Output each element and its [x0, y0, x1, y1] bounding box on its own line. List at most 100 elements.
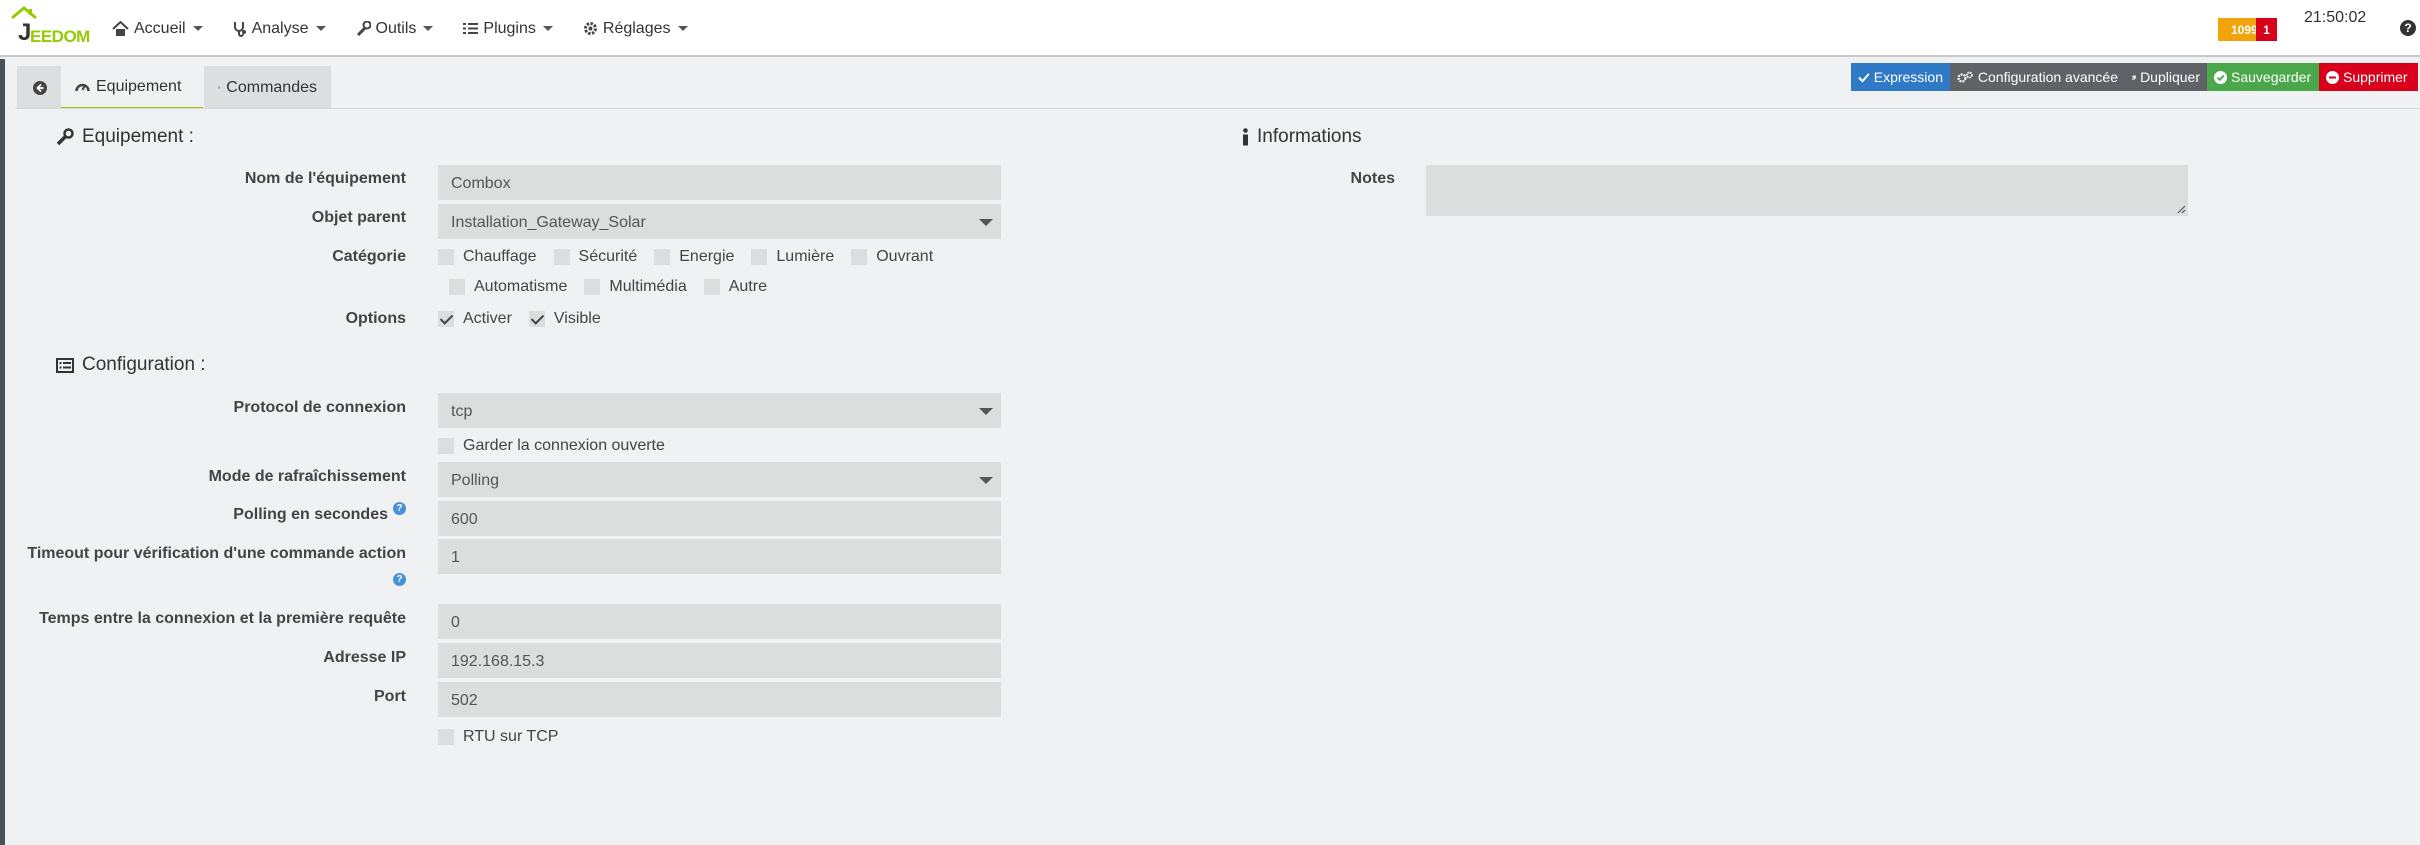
- dropdown-arrow-icon: [979, 408, 993, 415]
- port-value: 502: [451, 692, 478, 709]
- info-icon: [1243, 128, 1248, 146]
- save-button[interactable]: Sauvegarder: [2207, 63, 2319, 91]
- name-value: Combox: [451, 175, 511, 192]
- parent-select[interactable]: Installation_Gateway_Solar: [438, 204, 1001, 239]
- refresh-mode-value: Polling: [451, 472, 500, 489]
- category-row-2: Automatisme Multimédia Autre: [449, 278, 784, 296]
- category-label-chauffage: Chauffage: [463, 248, 537, 265]
- rtu-label: RTU sur TCP: [463, 728, 559, 745]
- list-icon: [463, 23, 479, 34]
- chevron-down-icon: [542, 26, 553, 31]
- duplicate-label: Dupliquer: [2140, 69, 2200, 85]
- checkbox-keep-open[interactable]: [438, 438, 454, 454]
- chevron-down-icon: [677, 26, 688, 31]
- list-alt-icon: [56, 357, 74, 373]
- resize-handle-icon[interactable]: [2176, 204, 2186, 214]
- copy-icon: [2132, 74, 2136, 80]
- alert-count-badge[interactable]: 1: [2256, 18, 2277, 41]
- expression-button[interactable]: Expression: [1851, 63, 1950, 91]
- delay-label: Temps entre la connexion et la première …: [39, 610, 406, 627]
- options-row: Activer Visible: [438, 310, 618, 328]
- menu-accueil[interactable]: Accueil: [112, 20, 203, 38]
- ip-input[interactable]: 192.168.15.3: [438, 643, 1001, 678]
- option-label-visible: Visible: [553, 310, 601, 327]
- options-label: Options: [345, 310, 406, 327]
- help-icon[interactable]: ?: [2400, 20, 2416, 36]
- category-label: Catégorie: [332, 248, 406, 265]
- jeedom-logo[interactable]: J EEDOM: [10, 6, 90, 50]
- help-question-icon[interactable]: ?: [393, 502, 406, 515]
- timeout-input[interactable]: 1: [438, 539, 1001, 574]
- ip-value: 192.168.15.3: [451, 653, 545, 670]
- equipement-title-text: Equipement :: [82, 126, 194, 147]
- notes-label: Notes: [1350, 170, 1395, 187]
- name-input[interactable]: Combox: [438, 165, 1001, 200]
- polling-input[interactable]: 600: [438, 501, 1001, 536]
- delay-value: 0: [451, 614, 460, 631]
- wrench-icon: [356, 21, 371, 36]
- polling-label: Polling en secondes: [233, 506, 388, 523]
- logo-letter: J: [18, 19, 31, 46]
- delete-button[interactable]: Supprimer: [2319, 63, 2418, 91]
- stethoscope-icon: [233, 21, 246, 37]
- notes-textarea[interactable]: [1426, 165, 2188, 216]
- menu-analyse-label: Analyse: [251, 19, 309, 37]
- checkbox-activer[interactable]: [438, 311, 454, 327]
- back-button[interactable]: [17, 66, 62, 109]
- port-input[interactable]: 502: [438, 682, 1001, 717]
- category-label-ouvrant: Ouvrant: [876, 248, 934, 265]
- check-circle-icon: [2214, 70, 2227, 84]
- checkbox-rtu-over-tcp[interactable]: [438, 729, 454, 745]
- check-icon: [1858, 72, 1870, 83]
- main-menu: Accueil Analyse Outils Plugins Réglages: [112, 0, 718, 57]
- category-label-energie: Energie: [679, 248, 735, 265]
- menu-reglages[interactable]: Réglages: [583, 20, 688, 38]
- advanced-config-label: Configuration avancée: [1977, 69, 2118, 85]
- top-navbar: J EEDOM Accueil Analyse Outils Plugins Ré…: [0, 0, 2420, 57]
- category-label-securite: Sécurité: [578, 248, 638, 265]
- checkbox-securite[interactable]: [553, 249, 570, 265]
- chevron-down-icon: [315, 26, 326, 31]
- dropdown-arrow-icon: [979, 219, 993, 226]
- checkbox-multimedia[interactable]: [584, 279, 601, 295]
- home-icon: [112, 21, 129, 36]
- informations-section-title: Informations: [1242, 126, 1362, 148]
- informations-title-text: Informations: [1257, 126, 1362, 147]
- category-label-multimedia: Multimédia: [609, 278, 687, 295]
- tab-equipement[interactable]: Equipement: [61, 66, 203, 109]
- category-row-1: Chauffage Sécurité Energie Lumière Ouvra…: [438, 248, 950, 266]
- checkbox-chauffage[interactable]: [438, 249, 454, 265]
- tab-commandes[interactable]: Commandes: [204, 66, 331, 109]
- advanced-config-button[interactable]: Configuration avancée: [1950, 63, 2125, 91]
- tab-commandes-label: Commandes: [226, 78, 317, 96]
- logo-text: EEDOM: [30, 27, 90, 46]
- checkbox-automatisme[interactable]: [449, 279, 465, 295]
- save-label: Sauvegarder: [2231, 69, 2312, 85]
- duplicate-button[interactable]: Dupliquer: [2125, 63, 2207, 91]
- polling-value: 600: [451, 511, 478, 528]
- checkbox-energie[interactable]: [654, 249, 671, 265]
- help-question-icon[interactable]: ?: [393, 573, 406, 586]
- configuration-title-text: Configuration :: [82, 354, 206, 375]
- checkbox-ouvrant[interactable]: [851, 249, 868, 265]
- configuration-section-title: Configuration :: [56, 354, 206, 376]
- menu-plugins-label: Plugins: [483, 19, 536, 37]
- minus-circle-icon: [2326, 70, 2339, 84]
- menu-plugins[interactable]: Plugins: [463, 19, 553, 38]
- keep-open-row: Garder la connexion ouverte: [438, 437, 682, 455]
- checkbox-lumiere[interactable]: [751, 249, 768, 265]
- dropdown-arrow-icon: [979, 477, 993, 484]
- menu-analyse[interactable]: Analyse: [233, 20, 326, 38]
- action-buttons: Expression Configuration avancée Dupliqu…: [1851, 63, 2418, 91]
- warning-count-badge[interactable]: 1099: [2218, 18, 2256, 41]
- protocol-select[interactable]: tcp: [438, 393, 1001, 428]
- menu-outils[interactable]: Outils: [356, 20, 434, 38]
- checkbox-autre[interactable]: [703, 279, 720, 295]
- checkbox-visible[interactable]: [528, 311, 545, 327]
- list-alt-icon: [218, 86, 221, 89]
- timeout-label: Timeout pour vérification d'une commande…: [27, 545, 406, 562]
- dashboard-icon: [75, 83, 90, 92]
- delay-input[interactable]: 0: [438, 604, 1001, 639]
- parent-value: Installation_Gateway_Solar: [451, 214, 646, 231]
- refresh-mode-select[interactable]: Polling: [438, 462, 1001, 497]
